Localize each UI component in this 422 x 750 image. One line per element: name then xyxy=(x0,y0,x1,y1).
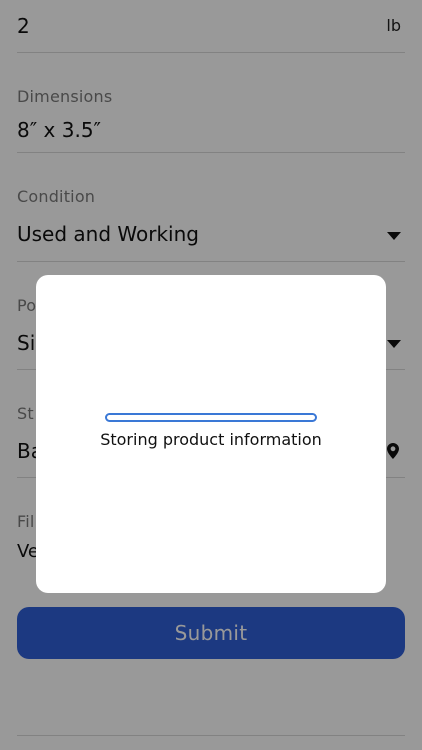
progress-message: Storing product information xyxy=(100,430,322,449)
progress-bar xyxy=(105,413,317,422)
progress-dialog: Storing product information xyxy=(36,275,386,593)
